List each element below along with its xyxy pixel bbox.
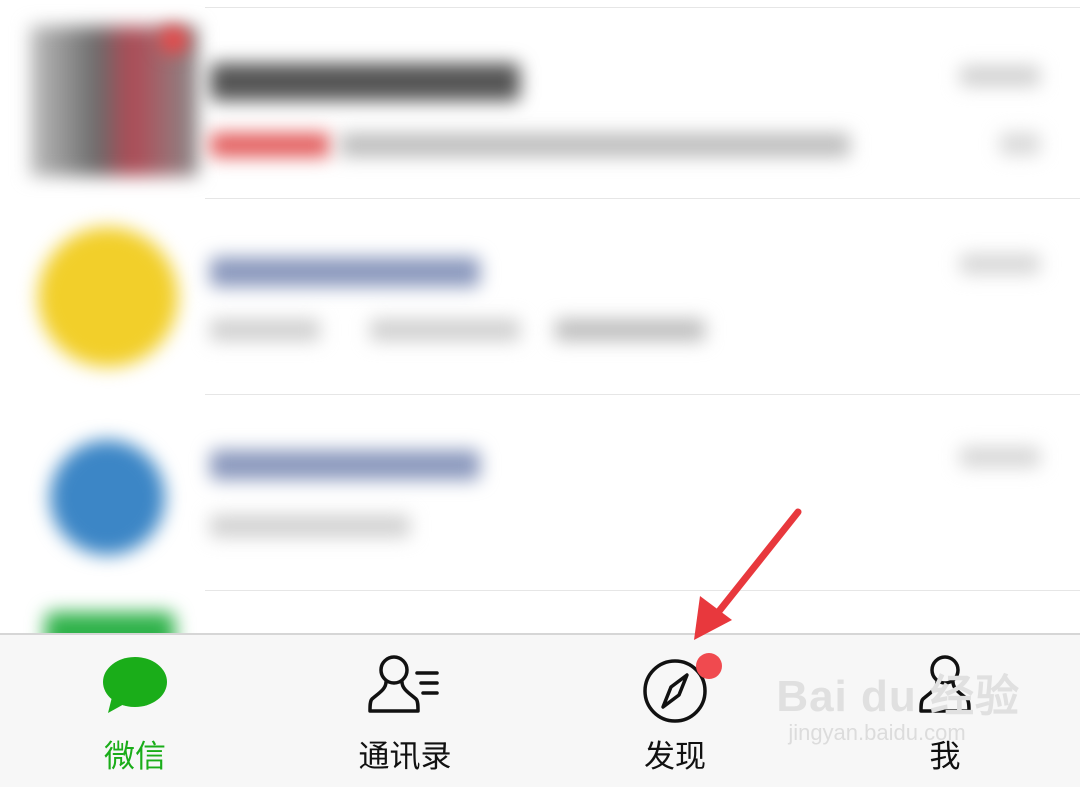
chat-time (960, 447, 1040, 467)
chat-title (210, 257, 480, 287)
divider (205, 590, 1080, 591)
chat-title (210, 63, 520, 101)
chat-list-item[interactable] (0, 199, 1080, 394)
chat-preview (555, 319, 705, 341)
baidu-jingyan-watermark: Bai du 经验 jingyan.baidu.com (776, 660, 1020, 746)
tab-label: 通讯录 (358, 739, 452, 775)
avatar (38, 227, 178, 367)
chat-preview (370, 319, 520, 341)
chat-preview (210, 319, 320, 341)
chat-bubble-icon (100, 653, 170, 721)
tab-contacts[interactable]: 通讯录 (270, 635, 540, 787)
chat-list (0, 0, 1080, 633)
mute-icon (1000, 133, 1040, 155)
tab-label: 发现 (644, 739, 706, 775)
notification-dot (696, 653, 722, 679)
watermark-logo: Bai du 经验 (776, 672, 1020, 721)
unread-badge (160, 26, 188, 54)
chat-preview (340, 133, 850, 157)
tab-chats[interactable]: 微信 (0, 635, 270, 787)
avatar (50, 440, 165, 555)
tab-discover[interactable]: 发现 (540, 635, 810, 787)
chat-preview (210, 515, 410, 537)
chat-time (960, 66, 1040, 86)
tab-label: 微信 (104, 739, 166, 775)
chat-list-item[interactable] (0, 8, 1080, 198)
chat-preview (210, 133, 330, 157)
chat-time (960, 254, 1040, 274)
avatar (45, 612, 175, 633)
chat-list-item[interactable] (0, 395, 1080, 590)
contacts-icon (367, 653, 443, 721)
chat-title (210, 450, 480, 480)
